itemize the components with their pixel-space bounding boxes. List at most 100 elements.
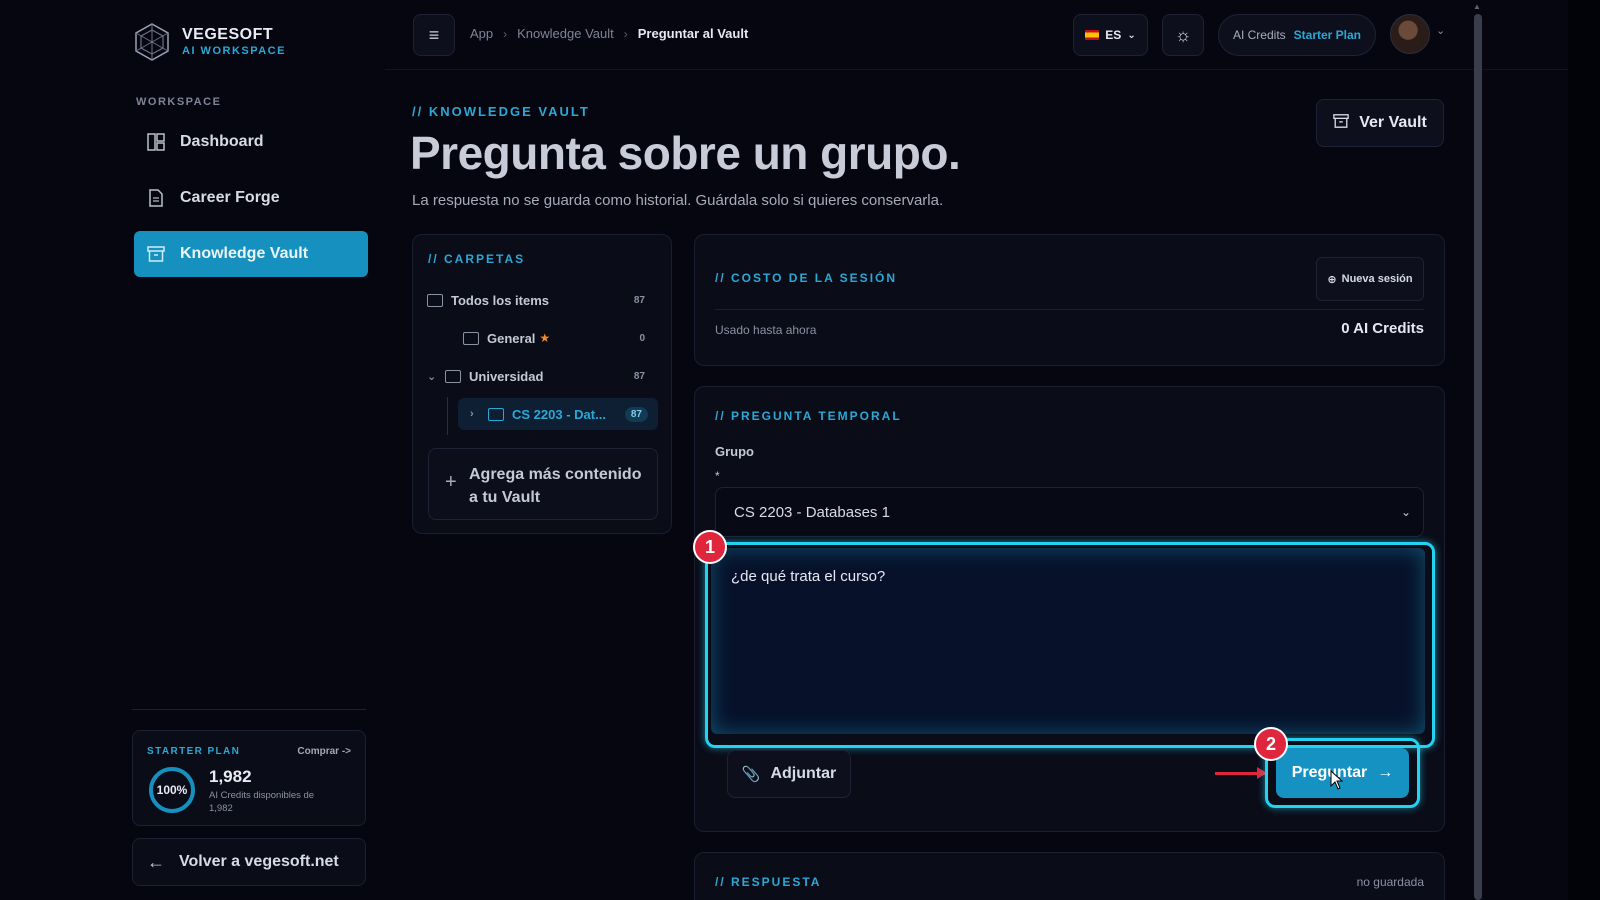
topbar: ≡ App › Knowledge Vault › Preguntar al V… bbox=[385, 0, 1568, 70]
arrow-left-icon: ← bbox=[147, 851, 165, 872]
language-code: ES bbox=[1105, 28, 1122, 42]
archive-icon bbox=[146, 244, 166, 264]
question-eyebrow: // PREGUNTA TEMPORAL bbox=[715, 409, 902, 423]
group-label: Grupo bbox=[715, 444, 754, 459]
archive-icon bbox=[1333, 113, 1349, 134]
paperclip-icon: 📎 bbox=[741, 766, 761, 783]
brand[interactable]: VEGESOFT AI WORKSPACE bbox=[132, 22, 286, 62]
sidebar-item-label: Dashboard bbox=[180, 133, 264, 150]
folder-count: 87 bbox=[633, 294, 645, 306]
credits-remaining: 1,982 bbox=[209, 767, 252, 786]
folder-general[interactable]: General ★ 0 bbox=[441, 322, 659, 354]
add-content-button[interactable]: + Agrega más contenido a tu Vault bbox=[428, 448, 658, 520]
sidebar-item-label: Knowledge Vault bbox=[180, 245, 309, 262]
back-to-site-button[interactable]: ← Volver a vegesoft.net bbox=[132, 838, 366, 886]
outer-margin bbox=[1568, 0, 1600, 900]
folder-icon bbox=[488, 407, 504, 421]
stack-icon bbox=[427, 293, 443, 307]
view-vault-button[interactable]: Ver Vault bbox=[1316, 99, 1444, 147]
chevron-down-icon[interactable]: ⌄ bbox=[427, 370, 445, 383]
vegesoft-logo-icon bbox=[135, 23, 169, 61]
page-title: Pregunta sobre un grupo. bbox=[410, 127, 961, 179]
buy-link[interactable]: Comprar -> bbox=[297, 746, 351, 757]
folder-universidad[interactable]: ⌄ Universidad 87 bbox=[427, 360, 659, 392]
sidebar: VEGESOFT AI WORKSPACE WORKSPACE Dashboar… bbox=[0, 0, 385, 900]
plus-icon: + bbox=[445, 471, 457, 493]
brand-subtitle: AI WORKSPACE bbox=[182, 45, 286, 57]
chevron-right-icon: › bbox=[503, 26, 508, 41]
answer-eyebrow: // RESPUESTA bbox=[715, 875, 822, 889]
folders-eyebrow: // CARPETAS bbox=[428, 252, 526, 266]
new-session-button[interactable]: ⊕ Nueva sesión bbox=[1316, 257, 1424, 301]
sun-icon: ☼ bbox=[1174, 24, 1192, 45]
used-value: 0 AI Credits bbox=[1341, 320, 1424, 337]
folder-icon bbox=[445, 369, 461, 383]
dashboard-icon bbox=[146, 132, 166, 152]
folder-all-items[interactable]: Todos los items 87 bbox=[427, 284, 659, 316]
chevron-right-icon[interactable]: › bbox=[470, 408, 488, 420]
avatar[interactable] bbox=[1390, 14, 1430, 54]
plus-circle-icon: ⊕ bbox=[1327, 273, 1337, 286]
highlight-box-1 bbox=[705, 542, 1435, 748]
mouse-cursor-icon bbox=[1330, 770, 1344, 790]
folder-count: 0 bbox=[639, 332, 645, 344]
language-selector[interactable]: ES ⌄ bbox=[1073, 14, 1148, 56]
plan-name: Starter Plan bbox=[1293, 28, 1362, 42]
workspace-section-label: WORKSPACE bbox=[136, 96, 222, 108]
chevron-down-icon: ⌄ bbox=[1127, 29, 1136, 41]
scrollbar-thumb[interactable] bbox=[1474, 14, 1482, 900]
credits-pill[interactable]: AI Credits Starter Plan bbox=[1218, 14, 1376, 56]
answer-status: no guardada bbox=[1356, 875, 1424, 889]
spain-flag-icon bbox=[1085, 30, 1100, 40]
required-mark: * bbox=[715, 469, 720, 483]
attach-label: Adjuntar bbox=[770, 765, 837, 782]
chevron-right-icon: › bbox=[623, 26, 628, 41]
selected-group: CS 2203 - Databases 1 bbox=[734, 503, 890, 521]
folder-label: Universidad bbox=[469, 368, 544, 384]
sidebar-item-knowledge-vault[interactable]: Knowledge Vault bbox=[134, 231, 368, 277]
folder-count: 87 bbox=[624, 406, 648, 422]
folder-count: 87 bbox=[633, 370, 645, 382]
scroll-up-icon[interactable]: ▲ bbox=[1473, 2, 1481, 11]
folder-course[interactable]: › CS 2203 - Dat... 87 bbox=[458, 398, 658, 430]
sidebar-divider bbox=[132, 709, 366, 710]
divider bbox=[715, 309, 1424, 310]
credits-label: AI Credits bbox=[1232, 28, 1286, 42]
sidebar-item-dashboard[interactable]: Dashboard bbox=[134, 119, 368, 165]
group-select[interactable]: CS 2203 - Databases 1 ⌄ bbox=[715, 487, 1424, 537]
folder-label: Todos los items bbox=[451, 292, 549, 308]
back-button-label: Volver a vegesoft.net bbox=[179, 853, 339, 870]
theme-toggle-button[interactable]: ☼ bbox=[1162, 14, 1204, 56]
add-content-label: Agrega más contenido a tu Vault bbox=[469, 466, 642, 506]
page-eyebrow: // KNOWLEDGE VAULT bbox=[412, 104, 590, 119]
plan-title: STARTER PLAN bbox=[147, 746, 241, 757]
answer-panel: // RESPUESTA no guardada bbox=[694, 852, 1445, 900]
tree-line bbox=[447, 397, 448, 435]
breadcrumb-knowledge-vault[interactable]: Knowledge Vault bbox=[517, 26, 614, 41]
session-cost-eyebrow: // COSTO DE LA SESIÓN bbox=[715, 271, 898, 285]
chevron-down-icon[interactable]: ⌄ bbox=[1436, 24, 1445, 37]
sidebar-item-label: Career Forge bbox=[180, 189, 280, 206]
folder-label: General bbox=[487, 330, 536, 346]
view-vault-label: Ver Vault bbox=[1359, 114, 1427, 131]
folder-icon bbox=[463, 331, 479, 345]
new-session-label: Nueva sesión bbox=[1341, 273, 1413, 285]
session-cost-panel: // COSTO DE LA SESIÓN ⊕ Nueva sesión Usa… bbox=[694, 234, 1445, 366]
used-label: Usado hasta ahora bbox=[715, 323, 817, 337]
breadcrumb-current: Preguntar al Vault bbox=[637, 26, 749, 41]
credits-ring: 100% bbox=[149, 767, 195, 813]
page-subtitle: La respuesta no se guarda como historial… bbox=[412, 192, 944, 209]
breadcrumb: App › Knowledge Vault › Preguntar al Vau… bbox=[470, 26, 748, 41]
document-icon bbox=[146, 188, 166, 208]
hamburger-icon: ≡ bbox=[428, 24, 440, 45]
sidebar-item-career-forge[interactable]: Career Forge bbox=[134, 175, 368, 221]
chevron-down-icon: ⌄ bbox=[1400, 505, 1411, 519]
attach-button[interactable]: 📎 Adjuntar bbox=[727, 750, 851, 798]
menu-button[interactable]: ≡ bbox=[413, 14, 455, 56]
credits-description: AI Credits disponibles de 1,982 bbox=[209, 790, 315, 814]
plan-card: STARTER PLAN Comprar -> 100% 1,982 AI Cr… bbox=[132, 730, 366, 826]
brand-name: VEGESOFT bbox=[182, 26, 274, 43]
step-badge-1: 1 bbox=[693, 530, 727, 564]
star-icon: ★ bbox=[539, 331, 551, 345]
breadcrumb-app[interactable]: App bbox=[470, 26, 493, 41]
